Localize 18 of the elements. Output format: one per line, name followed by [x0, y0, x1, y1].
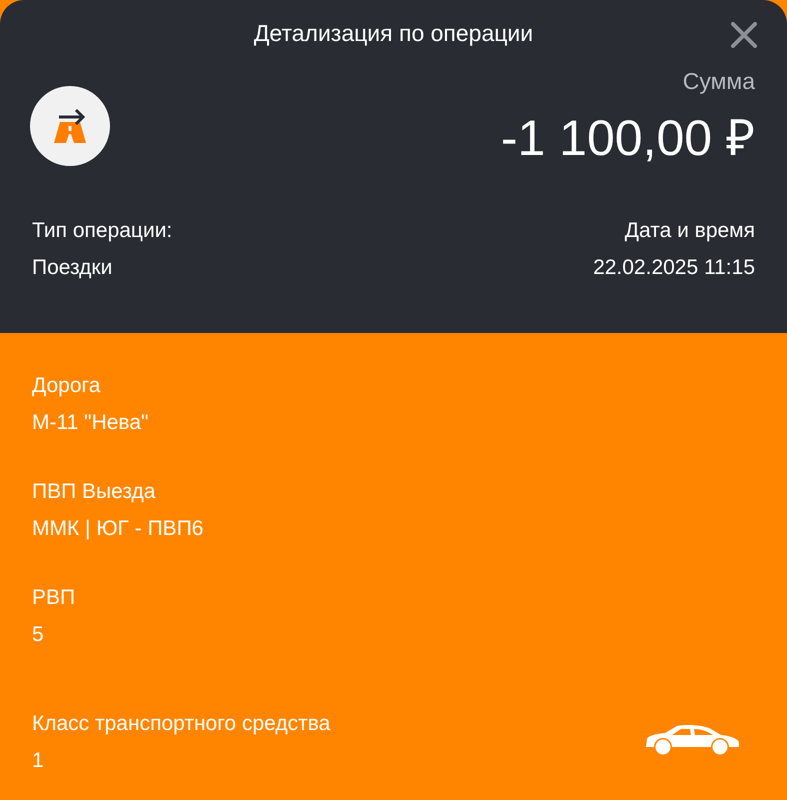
- field-label: ПВП Выезда: [32, 479, 156, 505]
- dialog-title: Детализация по операции: [254, 19, 534, 48]
- field-value: ММК | ЮГ - ПВП6: [32, 516, 204, 542]
- field-value: М-11 "Нева": [32, 410, 148, 436]
- field-label: Дорога: [32, 373, 102, 399]
- field-value: 5: [32, 622, 45, 648]
- operation-type-label: Тип операции:: [32, 218, 172, 244]
- datetime-value: 22.02.2025 11:15: [593, 255, 755, 281]
- toll-road-icon: [30, 86, 110, 166]
- field-label: Класс транспортного средства: [32, 711, 330, 737]
- close-icon[interactable]: [731, 22, 757, 48]
- car-icon: [645, 725, 741, 755]
- field-value: 1: [32, 748, 45, 774]
- amount-value: -1 100,00 ₽: [500, 109, 755, 168]
- field-label: РВП: [32, 585, 76, 611]
- operation-type-value: Поездки: [32, 255, 114, 281]
- datetime-label: Дата и время: [624, 218, 755, 244]
- amount-label: Сумма: [682, 67, 755, 96]
